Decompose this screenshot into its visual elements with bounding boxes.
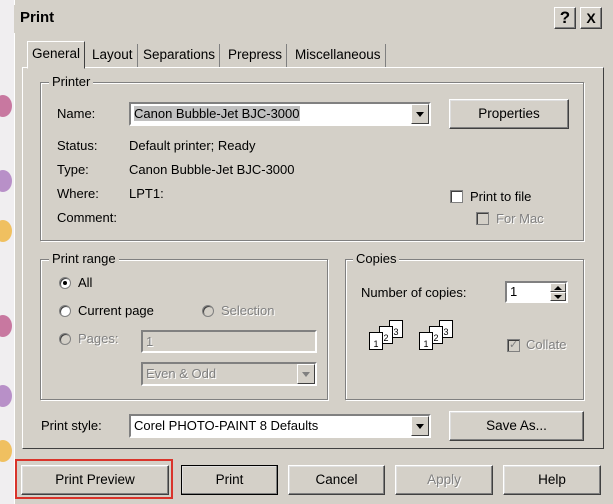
printer-name-value: Canon Bubble-Jet BJC-3000	[134, 106, 300, 121]
decor-face-icon	[0, 440, 12, 462]
print-style-value: Corel PHOTO-PAINT 8 Defaults	[134, 418, 319, 433]
copies-stepper[interactable]: 1	[505, 281, 568, 303]
tab-general[interactable]: General	[27, 41, 86, 69]
for-mac-label: For Mac	[496, 211, 544, 226]
title-bar	[14, 5, 613, 33]
help-question-icon[interactable]: ?	[554, 7, 576, 29]
comment-label: Comment:	[57, 210, 117, 225]
decor-swirl	[0, 385, 12, 407]
decor-swirl	[0, 170, 12, 192]
print-range-group-label: Print range	[49, 252, 119, 266]
collate-label: Collate	[526, 337, 567, 352]
chevron-down-icon[interactable]	[411, 104, 429, 124]
selection-radio[interactable]	[202, 305, 214, 317]
copies-value: 1	[510, 284, 518, 299]
properties-button[interactable]: Properties	[449, 99, 569, 129]
name-label: Name:	[57, 106, 96, 121]
chevron-down-icon[interactable]	[411, 416, 429, 436]
decor-face-icon	[0, 220, 12, 242]
printer-group-label: Printer	[49, 75, 94, 89]
cancel-button[interactable]: Cancel	[288, 465, 385, 495]
pages-input[interactable]: 1	[141, 330, 317, 353]
pages-label: Pages:	[78, 331, 119, 346]
number-of-copies-label: Number of copies:	[361, 285, 467, 300]
status-value: Default printer; Ready	[129, 138, 256, 153]
page-1: 1	[419, 332, 433, 350]
tab-miscellaneous[interactable]: Miscellaneous	[291, 44, 386, 68]
collated-pages-icon: 3 2 1	[363, 320, 413, 360]
print-style-label: Print style:	[41, 418, 102, 433]
selection-label: Selection	[221, 303, 275, 318]
print-to-file-checkbox[interactable]	[450, 190, 463, 203]
tab-layout[interactable]: Layout	[88, 44, 138, 68]
spin-up-icon[interactable]	[550, 283, 566, 292]
status-label: Status:	[57, 138, 98, 153]
save-as-button[interactable]: Save As...	[449, 411, 584, 441]
collated-pages-icon: 3 2 1	[413, 320, 463, 360]
pages-radio[interactable]	[59, 333, 71, 345]
page-1: 1	[369, 332, 383, 350]
chevron-down-icon[interactable]	[297, 364, 315, 384]
all-label[interactable]: All	[78, 275, 92, 291]
decor-swirl	[0, 315, 12, 337]
even-odd-value: Even & Odd	[146, 366, 217, 381]
copies-group-label: Copies	[353, 252, 400, 266]
tab-separations[interactable]: Separations	[139, 44, 221, 68]
even-odd-select[interactable]: Even & Odd	[141, 362, 317, 386]
print-preview-button[interactable]: Print Preview	[21, 465, 169, 495]
for-mac-checkbox[interactable]	[476, 212, 489, 225]
background-app-strip	[0, 0, 14, 504]
print-style-select[interactable]: Corel PHOTO-PAINT 8 Defaults	[129, 414, 431, 438]
dialog-title: Print	[20, 9, 55, 26]
print-to-file-label[interactable]: Print to file	[470, 189, 531, 205]
where-value: LPT1:	[129, 186, 164, 201]
type-label: Type:	[57, 162, 89, 177]
close-icon[interactable]: X	[580, 7, 602, 29]
collate-checkbox[interactable]	[507, 338, 520, 352]
decor-swirl	[0, 95, 12, 117]
spin-down-icon[interactable]	[550, 292, 566, 301]
printer-name-select[interactable]: Canon Bubble-Jet BJC-3000	[129, 102, 431, 126]
where-label: Where:	[57, 186, 99, 201]
current-page-label[interactable]: Current page	[78, 303, 154, 319]
help-button[interactable]: Help	[503, 465, 601, 495]
type-value: Canon Bubble-Jet BJC-3000	[129, 162, 295, 177]
apply-button[interactable]: Apply	[395, 465, 493, 495]
print-button[interactable]: Print	[181, 465, 278, 495]
current-page-radio[interactable]	[59, 305, 71, 317]
tab-prepress[interactable]: Prepress	[224, 44, 288, 68]
all-radio[interactable]	[59, 277, 71, 289]
